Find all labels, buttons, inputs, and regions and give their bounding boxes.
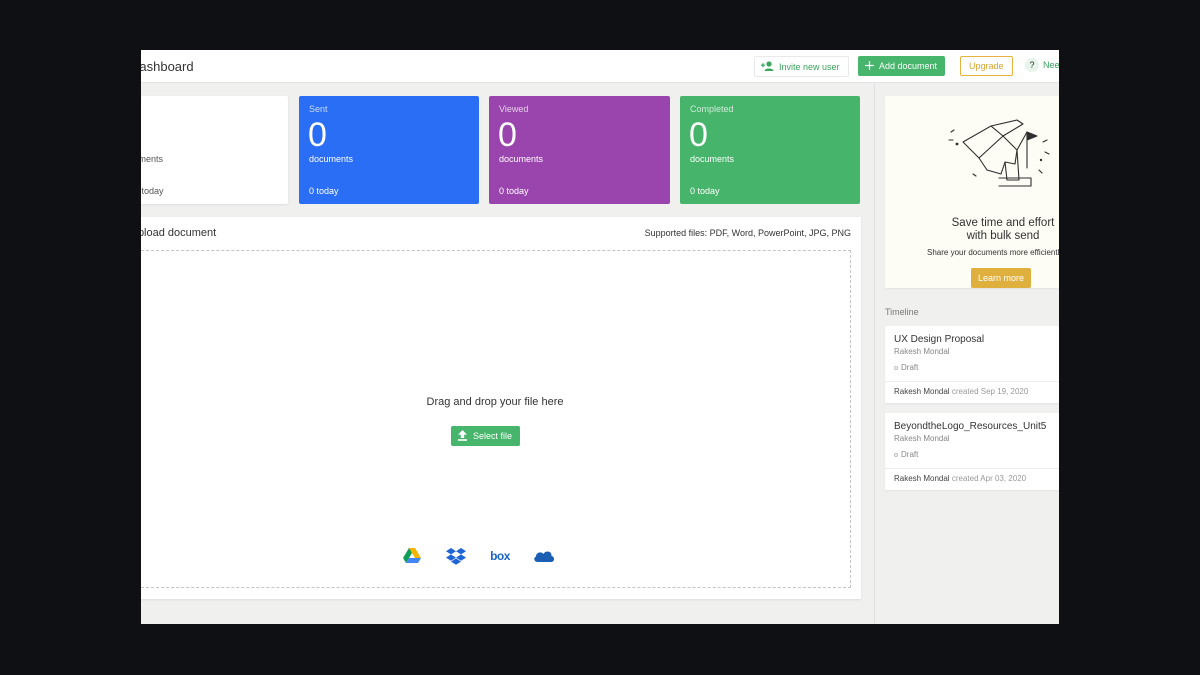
- google-drive-icon[interactable]: [401, 548, 423, 564]
- add-user-icon: [761, 60, 775, 73]
- promo-subtitle: Share your documents more efficiently: [927, 248, 1059, 257]
- stat-count: 0: [498, 116, 517, 154]
- stat-label: Viewed: [499, 104, 529, 114]
- stat-today: 0 today: [309, 186, 339, 196]
- stat-card-total[interactable]: documents 0 today: [141, 96, 288, 204]
- timeline-heading: Timeline: [885, 307, 919, 317]
- document-owner: Rakesh Mondal: [894, 434, 950, 443]
- supported-files-text: Supported files: PDF, Word, PowerPoint, …: [644, 228, 851, 238]
- stat-label: Sent: [309, 104, 328, 114]
- top-header: Dashboard Invite new user Add document U…: [141, 50, 1059, 83]
- stat-count: 0: [689, 116, 708, 154]
- status-dot-icon: [894, 452, 898, 457]
- select-file-label: Select file: [473, 431, 513, 441]
- drop-zone[interactable]: Drag and drop your file here Select file: [141, 250, 851, 588]
- upgrade-button[interactable]: Upgrade: [960, 56, 1013, 76]
- timeline-footer: Rakesh Mondal created Sep 19, 2020: [885, 381, 1059, 403]
- stat-unit: documents: [141, 154, 164, 164]
- timeline-footer: Rakesh Mondal created Apr 03, 2020: [885, 468, 1059, 490]
- stat-today: 0 today: [141, 186, 164, 196]
- status-text: Draft: [901, 450, 919, 459]
- plus-icon: [865, 60, 874, 72]
- upgrade-label: Upgrade: [969, 61, 1004, 71]
- promo-title-line1: Save time and effort: [951, 217, 1055, 229]
- question-icon: ?: [1025, 58, 1039, 72]
- status-text: Draft: [901, 363, 919, 372]
- onedrive-icon[interactable]: [533, 548, 555, 564]
- stat-card-sent[interactable]: Sent 0 documents 0 today: [299, 96, 479, 204]
- stat-card-completed[interactable]: Completed 0 documents 0 today: [680, 96, 860, 204]
- creator-name: Rakesh Mondal: [894, 387, 950, 396]
- box-icon[interactable]: box: [489, 548, 511, 564]
- add-document-button[interactable]: Add document: [858, 56, 946, 76]
- status-badge: Draft: [894, 450, 918, 459]
- status-dot-icon: [894, 365, 898, 370]
- document-name: BeyondtheLogo_Resources_Unit5: [894, 421, 1047, 432]
- creator-name: Rakesh Mondal: [894, 474, 950, 483]
- app-window: Dashboard Invite new user Add document U…: [141, 50, 1059, 624]
- add-document-label: Add document: [879, 61, 938, 71]
- stat-card-viewed[interactable]: Viewed 0 documents 0 today: [489, 96, 670, 204]
- document-name: UX Design Proposal: [894, 334, 985, 345]
- bulk-send-promo: Save time and effort with bulk send Shar…: [885, 96, 1059, 288]
- stat-unit: documents: [309, 154, 354, 164]
- box-logo-text: box: [490, 549, 510, 563]
- page-title: Dashboard: [141, 59, 194, 74]
- upload-title: Upload document: [141, 227, 217, 239]
- created-date: created Sep 19, 2020: [951, 387, 1029, 396]
- invite-user-label: Invite new user: [779, 61, 840, 72]
- invite-user-button[interactable]: Invite new user: [754, 56, 849, 77]
- timeline-item[interactable]: UX Design Proposal Rakesh Mondal Draft R…: [885, 326, 1059, 403]
- stat-unit: documents: [690, 154, 735, 164]
- dropbox-icon[interactable]: [445, 547, 467, 565]
- stat-unit: documents: [499, 154, 544, 164]
- created-date: created Apr 03, 2020: [951, 474, 1027, 483]
- select-file-button[interactable]: Select file: [451, 426, 521, 446]
- stat-count: 0: [308, 116, 327, 154]
- promo-title-line2: with bulk send: [966, 230, 1040, 242]
- promo-title: Save time and effort with bulk send: [885, 217, 1059, 243]
- learn-more-button[interactable]: Learn more: [971, 268, 1032, 288]
- cloud-providers: box: [401, 547, 555, 565]
- document-owner: Rakesh Mondal: [894, 347, 950, 356]
- timeline-item[interactable]: BeyondtheLogo_Resources_Unit5 Rakesh Mon…: [885, 413, 1059, 490]
- stat-label: Completed: [690, 104, 734, 114]
- status-badge: Draft: [894, 363, 918, 372]
- upload-panel: Upload document Supported files: PDF, Wo…: [141, 217, 861, 599]
- right-sidebar: Save time and effort with bulk send Shar…: [874, 83, 1059, 624]
- stat-today: 0 today: [499, 186, 529, 196]
- drop-zone-text: Drag and drop your file here: [426, 396, 564, 408]
- help-label: Need help?: [1043, 60, 1059, 70]
- upload-icon: [457, 429, 468, 443]
- stat-today: 0 today: [690, 186, 720, 196]
- bulk-send-illustration: [943, 114, 1053, 199]
- help-link[interactable]: ? Need help?: [1025, 58, 1059, 72]
